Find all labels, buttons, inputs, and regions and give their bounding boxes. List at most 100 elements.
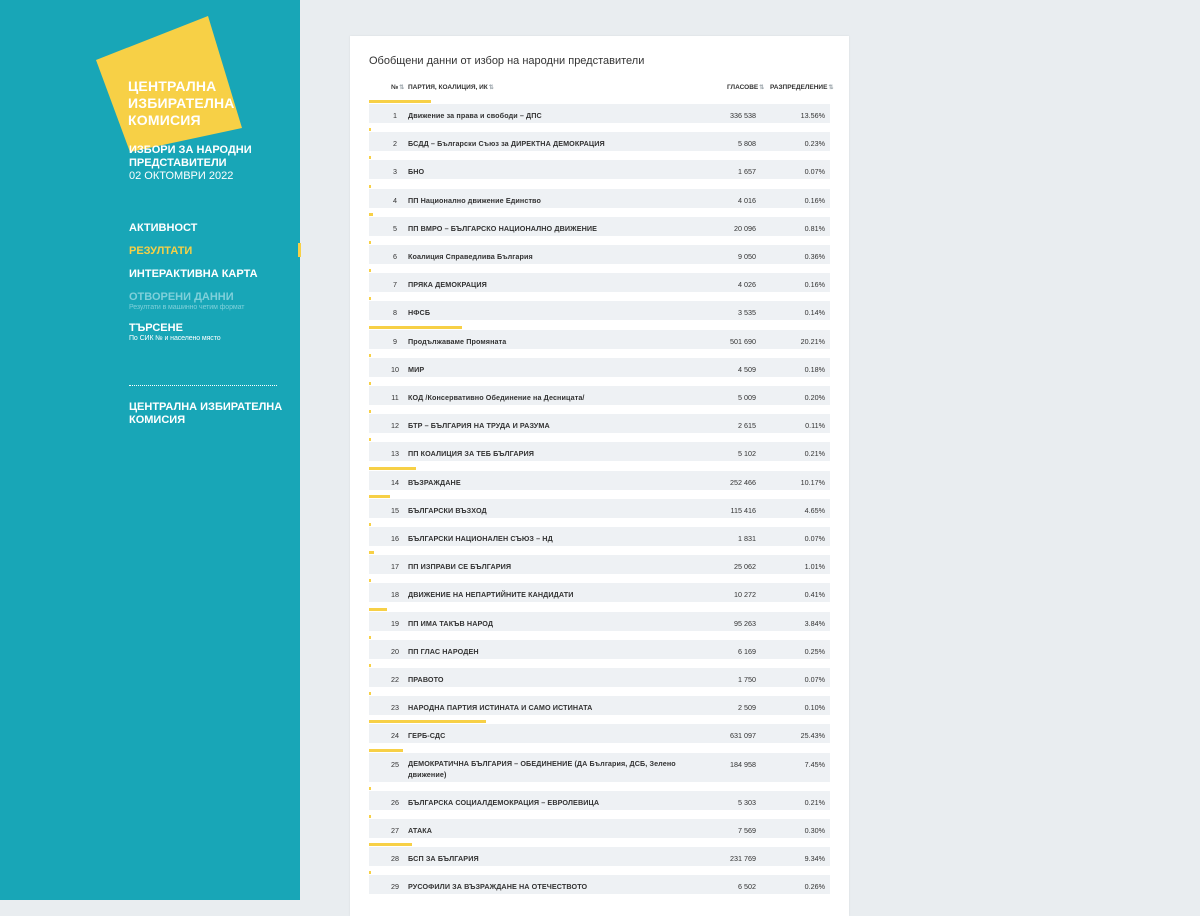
cik-link[interactable]: ЦЕНТРАЛНА ИЗБИРАТЕЛНА КОМИСИЯ [129,401,282,427]
party-name: РУСОФИЛИ ЗА ВЪЗРАЖДАНЕ НА ОТЕЧЕСТВОТО [408,882,588,892]
nav-item-interactive-map[interactable]: ИНТЕРАКТИВНА КАРТА [129,268,279,280]
share-value: 0.26% [804,882,825,892]
row-number: 15 [391,505,399,515]
votes-value: 10 272 [734,590,756,600]
table-row[interactable]: 2 БСДД – Български Съюз за ДИРЕКТНА ДЕМОК… [369,128,830,156]
votes-value: 4 016 [738,195,756,205]
table-row[interactable]: 6 Коалиция Справедлива България 9 050 0.36% [369,241,830,269]
share-bar [369,382,371,385]
table-row[interactable]: 11 КОД /Консервативно Обединение на Десни… [369,382,830,410]
table-row[interactable]: 18 ДВИЖЕНИЕ НА НЕПАРТИЙНИТЕ КАНДИДАТИ 10 2… [369,579,830,607]
table-row[interactable]: 5 ПП ВМРО – БЪЛГАРСКО НАЦИОНАЛНО ДВИЖЕНИЕ… [369,212,830,241]
main-nav: АКТИВНОСТ РЕЗУЛТАТИ ИНТЕРАКТИВНА КАРТА О… [129,222,279,353]
share-value: 0.16% [804,280,825,290]
table-row[interactable]: 14 ВЪЗРАЖДАНЕ 252 466 10.17% [369,466,830,495]
votes-value: 1 831 [738,534,756,543]
votes-value: 336 538 [730,111,756,120]
table-row[interactable]: 25 ДЕМОКРАТИЧНА БЪЛГАРИЯ – ОБЕДИНЕНИЕ (ДА… [369,748,830,787]
row-number: 6 [393,252,397,261]
party-name: Движение за права и свободи – ДПС [408,111,542,120]
table-row[interactable]: 4 ПП Национално движение Единство 4 016 0.1… [369,184,830,213]
party-name: ДЕМОКРАТИЧНА БЪЛГАРИЯ – ОБЕДИНЕНИЕ (ДА Б… [408,758,676,779]
party-name: АТАКА [408,825,433,835]
header-share[interactable]: РАЗПРЕДЕЛЕНИЕ⇅ [770,84,833,91]
votes-value: 9 050 [738,252,756,261]
row-number: 9 [393,336,397,346]
party-name: НФСБ [408,308,431,318]
votes-value: 5 009 [738,393,756,402]
nav-item-sub: По СИК № и населено място [129,335,221,342]
logo-text[interactable]: ЦЕНТРАЛНА ИЗБИРАТЕЛНА КОМИСИЯ [128,78,235,129]
nav-item-label: ИНТЕРАКТИВНА КАРТА [129,268,258,280]
share-value: 20.21% [800,336,825,346]
party-name: БНО [408,167,425,177]
share-value: 0.21% [804,797,825,807]
votes-value: 95 263 [734,618,756,628]
table-row[interactable]: 7 ПРЯКА ДЕМОКРАЦИЯ 4 026 0.16% [369,269,830,297]
row-number: 7 [393,280,397,290]
table-row[interactable]: 1 Движение за права и свободи – ДПС 336 53… [369,100,830,128]
table-row[interactable]: 3 БНО 1 657 0.07% [369,156,830,184]
share-bar [369,241,371,244]
share-value: 0.25% [804,646,825,656]
election-line: ИЗБОРИ ЗА НАРОДНИ [129,144,252,156]
logo-line: КОМИСИЯ [128,112,201,128]
party-name: ПП ИМА ТАКЪВ НАРОД [408,618,494,628]
table-row[interactable]: 23 НАРОДНА ПАРТИЯ ИСТИНАТА И САМО ИСТИНАТ… [369,692,830,720]
table-row[interactable]: 22 ПРАВОТО 1 750 0.07% [369,664,830,692]
party-name: ПП КОАЛИЦИЯ ЗА ТЕБ БЪЛГАРИЯ [408,449,535,459]
header-label: ПАРТИЯ, КОАЛИЦИЯ, ИК [408,84,488,91]
votes-value: 5 303 [738,797,756,807]
votes-value: 4 509 [738,364,756,374]
nav-item-label: ОТВОРЕНИ ДАННИ [129,291,234,303]
table-row[interactable]: 26 БЪЛГАРСКА СОЦИАЛДЕМОКРАЦИЯ – ЕВРОЛЕВИЦ… [369,786,830,815]
row-number: 16 [391,534,399,543]
share-value: 0.81% [804,223,825,233]
share-bar [369,410,371,414]
nav-item-sub: Резултати в машинно четим формат [129,304,245,311]
table-row[interactable]: 15 БЪЛГАРСКИ ВЪЗХОД 115 416 4.65% [369,494,830,523]
header-num[interactable]: №⇅ [391,84,404,91]
share-value: 7.45% [804,759,825,769]
header-label: РАЗПРЕДЕЛЕНИЕ [770,84,828,91]
header-votes[interactable]: ГЛАСОВЕ⇅ [727,84,764,91]
table-row[interactable]: 12 БТР – БЪЛГАРИЯ НА ТРУДА И РАЗУМА 2 615 0… [369,410,830,438]
nav-item-results[interactable]: РЕЗУЛТАТИ [129,245,279,257]
nav-item-label: РЕЗУЛТАТИ [129,245,193,257]
table-row[interactable]: 17 ПП ИЗПРАВИ СЕ БЪЛГАРИЯ 25 062 1.01% [369,551,830,579]
votes-value: 25 062 [734,562,756,572]
table-row[interactable]: 29 РУСОФИЛИ ЗА ВЪЗРАЖДАНЕ НА ОТЕЧЕСТВОТО 6… [369,871,830,899]
share-value: 0.18% [804,364,825,374]
table-row[interactable]: 8 НФСБ 3 535 0.14% [369,297,830,325]
nav-item-open-data[interactable]: ОТВОРЕНИ ДАННИ Резултати в машинно четим … [129,291,279,311]
party-name: НАРОДНА ПАРТИЯ ИСТИНАТА И САМО ИСТИНАТА [408,703,593,713]
votes-value: 5 808 [738,139,756,149]
table-row[interactable]: 19 ПП ИМА ТАКЪВ НАРОД 95 263 3.84% [369,607,830,636]
table-row[interactable]: 27 АТАКА 7 569 0.30% [369,814,830,843]
table-row[interactable]: 28 БСП ЗА БЪЛГАРИЯ 231 769 9.34% [369,843,830,871]
sidebar: ЦЕНТРАЛНА ИЗБИРАТЕЛНА КОМИСИЯ ИЗБОРИ ЗА … [0,0,300,900]
votes-value: 631 097 [730,731,756,741]
logo-line: ИЗБИРАТЕЛНА [128,95,235,111]
header-label: № [391,84,399,91]
nav-item-search[interactable]: ТЪРСЕНЕ По СИК № и населено място [129,322,279,342]
table-row[interactable]: 20 ПП ГЛАС НАРОДЕН 6 169 0.25% [369,635,830,664]
share-bar [369,156,371,160]
sidebar-divider [129,385,277,386]
share-value: 0.30% [804,825,825,835]
table-row[interactable]: 24 ГЕРБ-СДС 631 097 25.43% [369,720,830,748]
election-date: 02 ОКТОМВРИ 2022 [129,170,234,182]
share-bar [369,128,371,132]
table-row[interactable]: 13 ПП КОАЛИЦИЯ ЗА ТЕБ БЪЛГАРИЯ 5 102 0.21% [369,438,830,466]
nav-item-activity[interactable]: АКТИВНОСТ [129,222,279,234]
share-bar [369,212,373,216]
share-bar [369,353,371,357]
table-row[interactable]: 9 Продължаваме Промяната 501 690 20.21% [369,325,830,354]
table-row[interactable]: 16 БЪЛГАРСКИ НАЦИОНАЛЕН СЪЮЗ – НД 1 831 0.0… [369,523,830,551]
row-background [369,301,830,321]
party-name: Коалиция Справедлива България [408,252,533,261]
share-bar [369,720,486,724]
row-number: 23 [391,703,399,713]
header-party[interactable]: ПАРТИЯ, КОАЛИЦИЯ, ИК⇅ [408,84,494,91]
table-row[interactable]: 10 МИР 4 509 0.18% [369,353,830,382]
